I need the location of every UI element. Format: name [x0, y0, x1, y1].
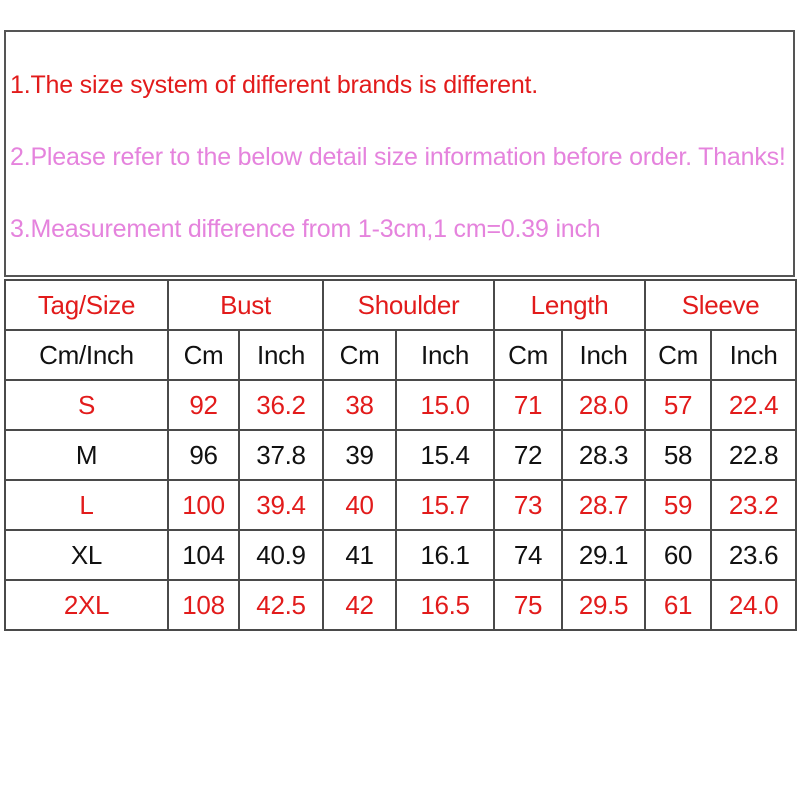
cell-bust-inch: 37.8	[237, 429, 325, 481]
cell-sleeve-inch: 23.6	[710, 529, 798, 581]
note-line-2: 2.Please refer to the below detail size …	[10, 143, 786, 171]
cell-sleeve-cm: 57	[644, 379, 713, 431]
cell-length-cm: 72	[493, 429, 564, 481]
cell-shoulder-cm: 40	[322, 479, 398, 531]
cell-length-inch: 29.1	[561, 529, 647, 581]
cell-sleeve-inch: 23.2	[710, 479, 798, 531]
size-table-body: S 92 36.2 38 15.0 71 28.0 57 22.4 M 96 37.8 39 15.4 72…	[4, 379, 798, 631]
cell-sleeve-cm: 61	[644, 579, 713, 631]
cell-sleeve-cm: 59	[644, 479, 713, 531]
header-bust: Bust	[166, 279, 325, 331]
cell-shoulder-cm: 42	[322, 579, 398, 631]
header-sleeve-cm: Cm	[644, 329, 713, 381]
header-bust-inch: Inch	[237, 329, 325, 381]
cell-bust-cm: 108	[167, 579, 240, 631]
header-sleeve: Sleeve	[644, 279, 798, 331]
header-length-inch: Inch	[561, 329, 647, 381]
cell-bust-inch: 36.2	[237, 379, 325, 431]
header-shoulder-inch: Inch	[395, 329, 496, 381]
header-tag-size: Tag/Size	[4, 279, 169, 331]
header-sleeve-inch: Inch	[710, 329, 798, 381]
cell-length-cm: 71	[493, 379, 564, 431]
cell-size: XL	[4, 529, 169, 581]
cell-bust-cm: 104	[167, 529, 240, 581]
header-shoulder: Shoulder	[322, 279, 496, 331]
cell-size: M	[4, 429, 169, 481]
cell-size: 2XL	[4, 579, 169, 631]
size-table: Tag/Size Bust Shoulder Length Sleeve Cm/…	[4, 279, 798, 631]
cell-sleeve-cm: 60	[644, 529, 713, 581]
cell-length-inch: 28.3	[561, 429, 647, 481]
note-line-1: 1.The size system of different brands is…	[10, 71, 539, 99]
cell-size: L	[4, 479, 169, 531]
cell-size: S	[4, 379, 169, 431]
cell-shoulder-inch: 15.4	[395, 429, 496, 481]
table-row: XL 104 40.9 41 16.1 74 29.1 60 23.6	[4, 529, 798, 581]
cell-shoulder-cm: 38	[322, 379, 398, 431]
cell-bust-cm: 96	[167, 429, 240, 481]
table-header-unit-row: Cm/Inch Cm Inch Cm Inch Cm Inch Cm Inch	[4, 329, 798, 381]
cell-length-cm: 74	[493, 529, 564, 581]
cell-shoulder-cm: 41	[322, 529, 398, 581]
cell-length-cm: 75	[493, 579, 564, 631]
cell-shoulder-inch: 15.0	[395, 379, 496, 431]
cell-bust-inch: 39.4	[237, 479, 325, 531]
header-length-cm: Cm	[493, 329, 564, 381]
header-length: Length	[493, 279, 647, 331]
cell-bust-inch: 40.9	[237, 529, 325, 581]
cell-sleeve-inch: 24.0	[710, 579, 798, 631]
header-cm-inch: Cm/Inch	[4, 329, 169, 381]
table-row: M 96 37.8 39 15.4 72 28.3 58 22.8	[4, 429, 798, 481]
table-row: L 100 39.4 40 15.7 73 28.7 59 23.2	[4, 479, 798, 531]
cell-sleeve-cm: 58	[644, 429, 713, 481]
header-shoulder-cm: Cm	[322, 329, 398, 381]
cell-length-inch: 28.7	[561, 479, 647, 531]
size-chart-root: 1.The size system of different brands is…	[0, 0, 800, 800]
table-row: 2XL 108 42.5 42 16.5 75 29.5 61 24.0	[4, 579, 798, 631]
cell-bust-cm: 100	[167, 479, 240, 531]
cell-length-inch: 28.0	[561, 379, 647, 431]
table-row: S 92 36.2 38 15.0 71 28.0 57 22.4	[4, 379, 798, 431]
cell-length-cm: 73	[493, 479, 564, 531]
cell-sleeve-inch: 22.4	[710, 379, 798, 431]
cell-shoulder-inch: 16.5	[395, 579, 496, 631]
notes-box: 1.The size system of different brands is…	[4, 30, 795, 277]
cell-bust-inch: 42.5	[237, 579, 325, 631]
header-bust-cm: Cm	[167, 329, 240, 381]
table-header-group-row: Tag/Size Bust Shoulder Length Sleeve	[4, 279, 798, 331]
cell-shoulder-inch: 16.1	[395, 529, 496, 581]
note-line-3: 3.Measurement difference from 1-3cm,1 cm…	[10, 215, 601, 243]
cell-length-inch: 29.5	[561, 579, 647, 631]
cell-sleeve-inch: 22.8	[710, 429, 798, 481]
cell-bust-cm: 92	[167, 379, 240, 431]
cell-shoulder-inch: 15.7	[395, 479, 496, 531]
cell-shoulder-cm: 39	[322, 429, 398, 481]
size-table-wrapper: Tag/Size Bust Shoulder Length Sleeve Cm/…	[4, 279, 798, 631]
